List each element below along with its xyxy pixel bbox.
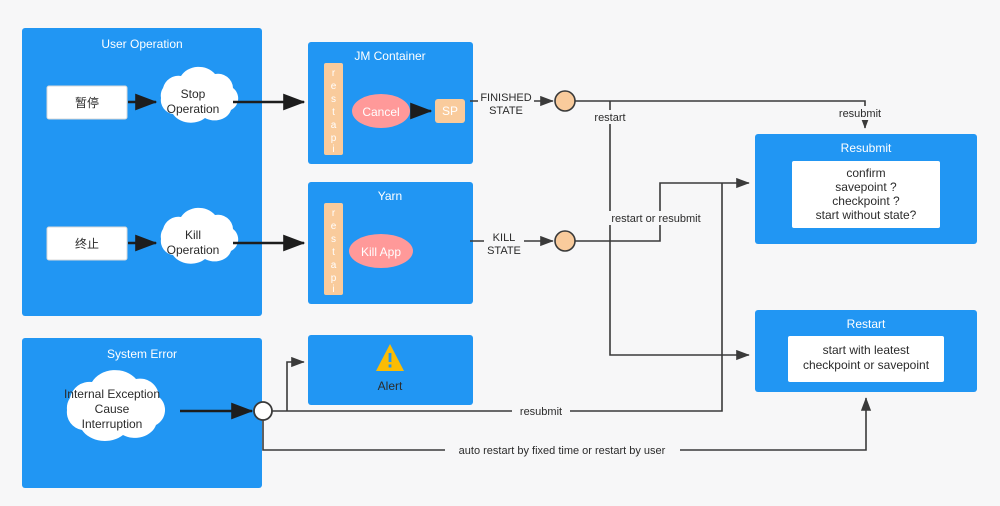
node-kill-app: Kill App	[349, 234, 413, 268]
node-terminate-label: 终止	[75, 236, 99, 251]
edge-label-kill-state-1: KILL	[493, 232, 516, 244]
resubmit-line-1: confirm	[846, 166, 885, 180]
node-stop-operation-line-2: Operation	[167, 102, 220, 116]
panel-restart: Restart start with leatest checkpoint or…	[755, 310, 977, 392]
restart-line-1: start with leatest	[823, 343, 910, 357]
rest-api-jm-char-6: i	[332, 144, 334, 155]
panel-user-operation: User Operation	[22, 28, 262, 316]
panel-jm-container-title: JM Container	[354, 49, 425, 63]
rest-api-yarn-char-6: i	[332, 284, 334, 295]
rest-api-yarn-char-2: s	[331, 234, 336, 245]
rest-api-jm-char-4: a	[331, 120, 337, 131]
edge-label-finished-state-1: FINISHED	[480, 92, 531, 104]
resubmit-line-3: checkpoint ?	[832, 194, 900, 208]
node-terminate-box: 终止	[46, 226, 128, 261]
panel-user-operation-title: User Operation	[101, 37, 182, 51]
flowchart-svg: User Operation System Error JM Container…	[22, 28, 977, 488]
node-savepoint: SP	[435, 99, 465, 123]
resubmit-line-2: savepoint ?	[835, 180, 897, 194]
panel-alert-title: Alert	[378, 379, 403, 393]
flowchart-canvas: User Operation System Error JM Container…	[0, 0, 1000, 506]
node-cancel: Cancel	[352, 94, 410, 128]
rest-api-yarn-char-3: t	[332, 247, 335, 258]
node-pause-label: 暂停	[75, 95, 99, 110]
node-rest-api-yarn: r e s t a p i	[324, 203, 343, 295]
node-pause-box: 暂停	[46, 85, 128, 120]
edge-label-restart-or-resubmit: restart or resubmit	[611, 213, 700, 225]
node-stop-operation-line-1: Stop	[181, 87, 206, 101]
node-internal-exception-line-3: Interruption	[82, 417, 143, 431]
edge-label-auto-restart: auto restart by fixed time or restart by…	[459, 445, 666, 457]
panel-resubmit-title: Resubmit	[841, 141, 892, 155]
node-savepoint-label: SP	[442, 104, 458, 118]
node-rest-api-jm: r e s t a p i	[324, 63, 343, 155]
resubmit-line-4: start without state?	[816, 208, 917, 222]
panel-system-error-title: System Error	[107, 347, 177, 361]
rest-api-jm-char-3: t	[332, 107, 335, 118]
rest-api-yarn-char-4: a	[331, 260, 337, 271]
panel-yarn-title: Yarn	[378, 189, 402, 203]
rest-api-jm-char-2: s	[331, 94, 336, 105]
rest-api-yarn-char-1: e	[331, 221, 337, 232]
rest-api-yarn-char-5: p	[331, 273, 337, 284]
node-kill-operation-line-2: Operation	[167, 243, 220, 257]
edge-junction-to-alert	[286, 356, 305, 411]
edge-label-finished-state-2: STATE	[489, 105, 523, 117]
edge-label-resubmit-bottom: resubmit	[520, 406, 562, 418]
node-internal-exception-line-1: Internal Exception	[64, 387, 160, 401]
junction-kill-state	[554, 230, 576, 252]
edge-label-resubmit-top: resubmit	[839, 108, 881, 120]
node-kill-app-label: Kill App	[361, 245, 401, 259]
restart-line-2: checkpoint or savepoint	[803, 358, 930, 372]
node-internal-exception-line-2: Cause	[95, 402, 130, 416]
node-cancel-label: Cancel	[362, 105, 399, 119]
junction-finished-state	[554, 90, 576, 112]
node-kill-operation-line-1: Kill	[185, 228, 201, 242]
rest-api-jm-char-5: p	[331, 133, 337, 144]
panel-resubmit: Resubmit confirm savepoint ? checkpoint …	[755, 134, 977, 244]
edge-label-restart: restart	[594, 112, 625, 124]
panel-restart-title: Restart	[847, 317, 886, 331]
rest-api-jm-char-1: e	[331, 81, 337, 92]
junction-system-error	[253, 401, 273, 421]
edge-finished-restart-to-restart	[609, 101, 750, 361]
panel-alert: Alert	[308, 335, 473, 405]
edge-label-kill-state-2: STATE	[487, 245, 521, 257]
